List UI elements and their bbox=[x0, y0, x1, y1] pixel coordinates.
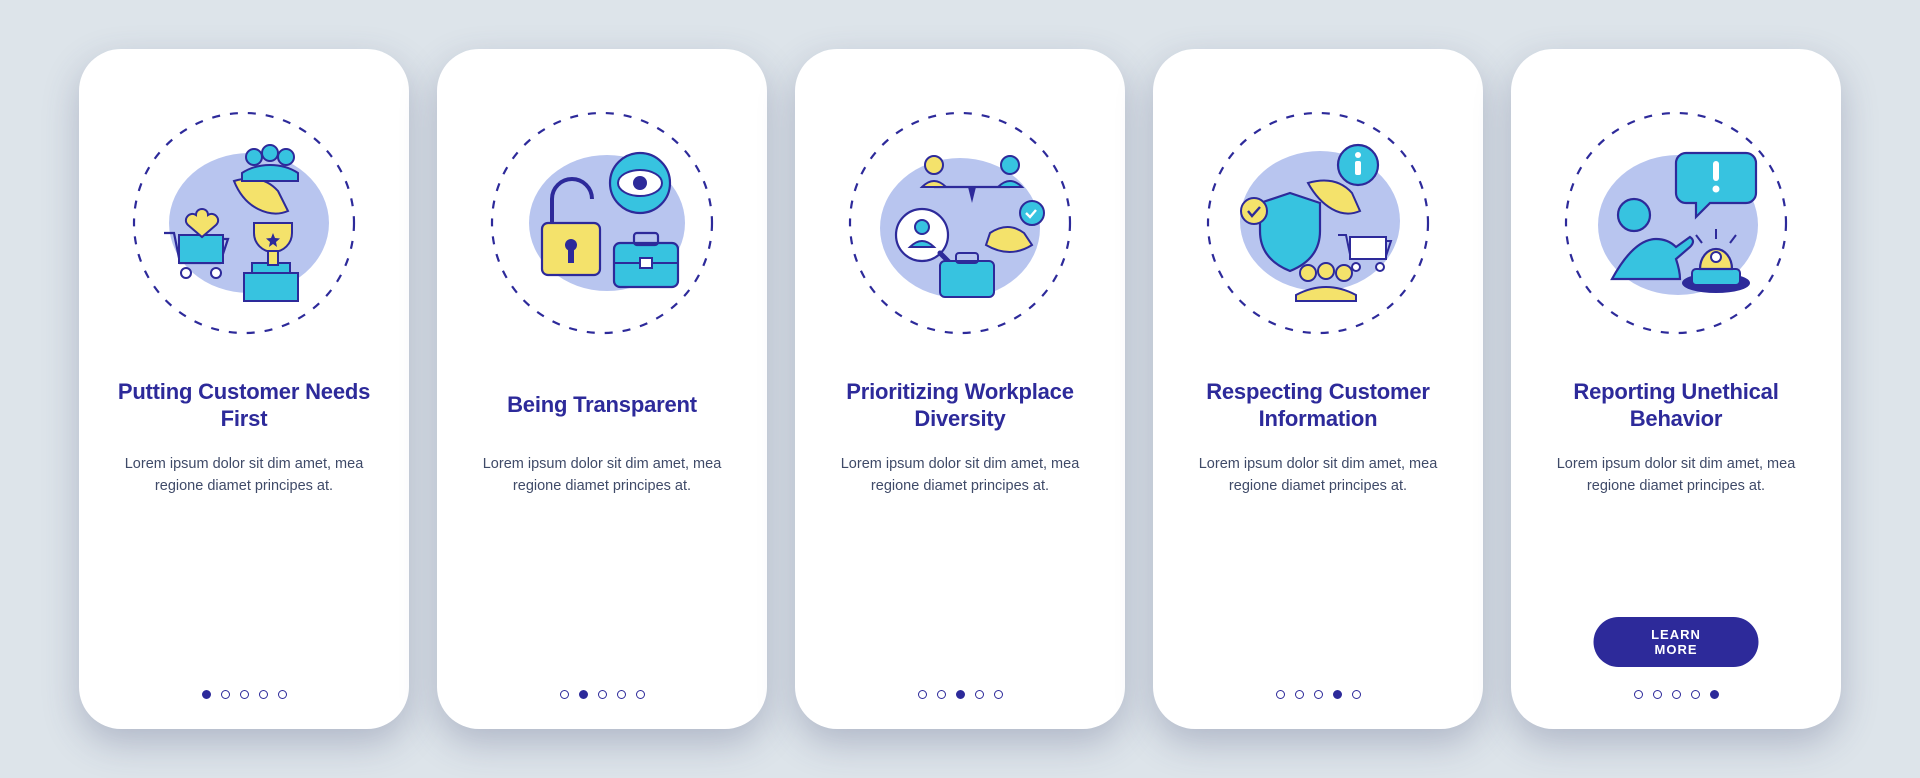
card-body: Lorem ipsum dolor sit dim amet, mea regi… bbox=[823, 453, 1097, 498]
dot-1[interactable] bbox=[918, 690, 927, 699]
dot-2[interactable] bbox=[1295, 690, 1304, 699]
progress-dots bbox=[79, 690, 409, 699]
onboarding-card-4: Respecting Customer Information Lorem ip… bbox=[1153, 49, 1483, 729]
diversity-icon bbox=[840, 103, 1080, 343]
onboarding-card-3: Prioritizing Workplace Diversity Lorem i… bbox=[795, 49, 1125, 729]
reporting-icon bbox=[1556, 103, 1796, 343]
onboarding-card-1: Putting Customer Needs First Lorem ipsum… bbox=[79, 49, 409, 729]
onboarding-carousel: Putting Customer Needs First Lorem ipsum… bbox=[39, 9, 1881, 769]
learn-more-button[interactable]: LEARN MORE bbox=[1594, 617, 1759, 667]
onboarding-card-2: Being Transparent Lorem ipsum dolor sit … bbox=[437, 49, 767, 729]
dot-4[interactable] bbox=[617, 690, 626, 699]
card-body: Lorem ipsum dolor sit dim amet, mea regi… bbox=[1539, 453, 1813, 498]
dot-3[interactable] bbox=[240, 690, 249, 699]
dot-3[interactable] bbox=[956, 690, 965, 699]
dot-5[interactable] bbox=[994, 690, 1003, 699]
card-body: Lorem ipsum dolor sit dim amet, mea regi… bbox=[465, 453, 739, 498]
dot-2[interactable] bbox=[221, 690, 230, 699]
dot-4[interactable] bbox=[259, 690, 268, 699]
progress-dots bbox=[437, 690, 767, 699]
dot-4[interactable] bbox=[1333, 690, 1342, 699]
dot-2[interactable] bbox=[579, 690, 588, 699]
dot-2[interactable] bbox=[1653, 690, 1662, 699]
card-title: Putting Customer Needs First bbox=[107, 375, 381, 435]
dot-2[interactable] bbox=[937, 690, 946, 699]
dot-5[interactable] bbox=[1352, 690, 1361, 699]
progress-dots bbox=[1511, 690, 1841, 699]
card-body: Lorem ipsum dolor sit dim amet, mea regi… bbox=[1181, 453, 1455, 498]
dot-1[interactable] bbox=[1276, 690, 1285, 699]
dot-4[interactable] bbox=[1691, 690, 1700, 699]
dot-5[interactable] bbox=[1710, 690, 1719, 699]
progress-dots bbox=[795, 690, 1125, 699]
card-body: Lorem ipsum dolor sit dim amet, mea regi… bbox=[107, 453, 381, 498]
card-title: Being Transparent bbox=[501, 375, 703, 435]
dot-3[interactable] bbox=[1672, 690, 1681, 699]
onboarding-card-5: Reporting Unethical Behavior Lorem ipsum… bbox=[1511, 49, 1841, 729]
progress-dots bbox=[1153, 690, 1483, 699]
dot-1[interactable] bbox=[560, 690, 569, 699]
customer-needs-icon bbox=[124, 103, 364, 343]
card-title: Prioritizing Workplace Diversity bbox=[823, 375, 1097, 435]
dot-1[interactable] bbox=[1634, 690, 1643, 699]
transparent-icon bbox=[482, 103, 722, 343]
dot-3[interactable] bbox=[1314, 690, 1323, 699]
dot-3[interactable] bbox=[598, 690, 607, 699]
card-title: Respecting Customer Information bbox=[1181, 375, 1455, 435]
dot-4[interactable] bbox=[975, 690, 984, 699]
dot-1[interactable] bbox=[202, 690, 211, 699]
information-icon bbox=[1198, 103, 1438, 343]
dot-5[interactable] bbox=[636, 690, 645, 699]
dot-5[interactable] bbox=[278, 690, 287, 699]
card-title: Reporting Unethical Behavior bbox=[1539, 375, 1813, 435]
